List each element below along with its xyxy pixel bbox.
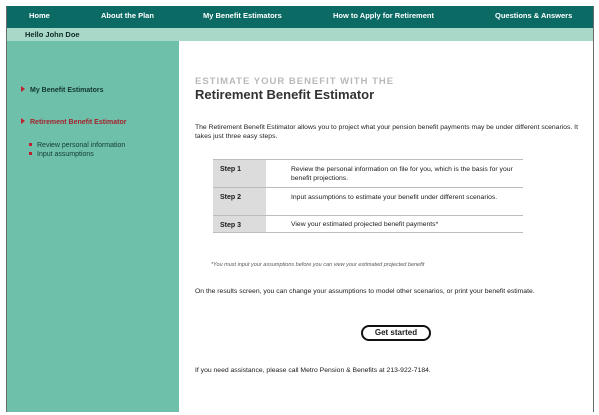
greeting-bar: Hello John Doe [7, 28, 593, 41]
sidebar-subitem-review-personal-information[interactable]: Review personal information [29, 142, 125, 149]
step-text: View your estimated projected benefit pa… [291, 221, 439, 228]
intro-text: The Retirement Benefit Estimator allows … [195, 124, 578, 140]
step-row: Step 3 View your estimated projected ben… [213, 215, 523, 233]
sidebar-subitem-label: Review personal information [37, 142, 126, 149]
step-label: Step 2 [213, 188, 266, 215]
steps-footnote: *You must input your assumptions before … [211, 262, 425, 268]
nav-about-the-plan[interactable]: About the Plan [101, 11, 154, 20]
sidebar-subitem-input-assumptions[interactable]: Input assumptions [29, 151, 94, 158]
arrow-right-icon [21, 118, 25, 125]
step-text: Review the personal information on file … [291, 166, 513, 182]
main-content: ESTIMATE YOUR BENEFIT WITH THE Retiremen… [189, 41, 589, 412]
bullet-icon [29, 151, 32, 155]
nav-how-to-apply[interactable]: How to Apply for Retirement [333, 11, 434, 20]
step-label: Step 1 [213, 160, 266, 187]
steps-table: Step 1 Review the personal information o… [213, 159, 523, 233]
arrow-right-icon [21, 86, 25, 93]
sidebar: My Benefit Estimators Retirement Benefit… [7, 41, 179, 412]
sidebar-subitem-label: Input assumptions [37, 151, 94, 158]
results-text: On the results screen, you can change yo… [195, 288, 535, 295]
assistance-text: If you need assistance, please call Metr… [195, 367, 431, 374]
step-row: Step 2 Input assumptions to estimate you… [213, 187, 523, 215]
page-title: Retirement Benefit Estimator [195, 87, 375, 102]
page-frame: Home About the Plan My Benefit Estimator… [6, 6, 594, 412]
bullet-icon [29, 142, 32, 146]
nav-questions-answers[interactable]: Questions & Answers [495, 11, 572, 20]
top-navigation: Home About the Plan My Benefit Estimator… [7, 6, 593, 28]
greeting-text: Hello John Doe [25, 30, 80, 39]
nav-home[interactable]: Home [29, 11, 50, 20]
sidebar-item-my-benefit-estimators[interactable]: My Benefit Estimators [21, 86, 104, 94]
step-label: Step 3 [213, 216, 266, 232]
page-eyebrow: ESTIMATE YOUR BENEFIT WITH THE [195, 76, 395, 87]
step-text: Input assumptions to estimate your benef… [291, 194, 498, 201]
sidebar-item-label: My Benefit Estimators [30, 87, 104, 94]
sidebar-item-retirement-benefit-estimator[interactable]: Retirement Benefit Estimator [21, 118, 127, 126]
get-started-button[interactable]: Get started [361, 325, 431, 341]
sidebar-item-label: Retirement Benefit Estimator [30, 119, 127, 126]
nav-my-benefit-estimators[interactable]: My Benefit Estimators [203, 11, 282, 20]
step-row: Step 1 Review the personal information o… [213, 159, 523, 187]
